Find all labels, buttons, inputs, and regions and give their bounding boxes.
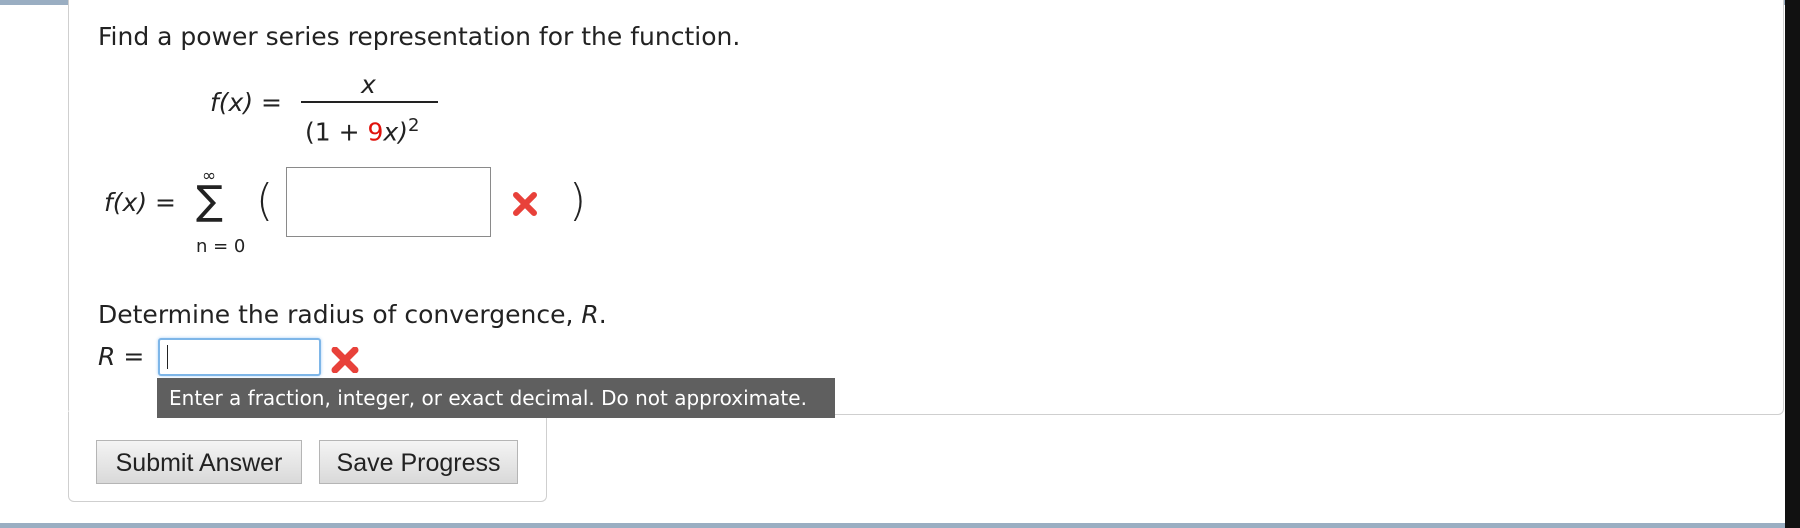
close-paren: ) xyxy=(569,175,587,226)
r-label: R = xyxy=(98,342,145,371)
fraction-bar xyxy=(301,101,438,103)
fraction-denominator: (1 + 9x)2 xyxy=(305,115,420,147)
series-label: f(x) = xyxy=(104,188,176,217)
open-paren: ( xyxy=(256,175,274,226)
sum-lower-limit: n = 0 xyxy=(196,236,246,257)
sigma-symbol: ∑ xyxy=(196,178,223,224)
fraction-numerator: x xyxy=(361,70,376,99)
input-hint-tooltip: Enter a fraction, integer, or exact deci… xyxy=(157,378,835,418)
question-prompt: Find a power series representation for t… xyxy=(98,22,741,51)
function-label: f(x) = xyxy=(210,88,282,117)
save-progress-button[interactable]: Save Progress xyxy=(319,440,518,484)
radius-input[interactable] xyxy=(158,338,321,376)
x-mark-icon xyxy=(513,192,537,216)
bottom-divider xyxy=(0,523,1785,528)
text-caret xyxy=(167,345,168,369)
window-edge xyxy=(1785,0,1800,528)
submit-answer-button[interactable]: Submit Answer xyxy=(96,440,302,484)
series-term-input[interactable] xyxy=(286,167,491,237)
x-mark-icon xyxy=(331,347,359,373)
radius-prompt: Determine the radius of convergence, R. xyxy=(98,300,607,329)
coefficient-highlight: 9 xyxy=(367,117,384,147)
